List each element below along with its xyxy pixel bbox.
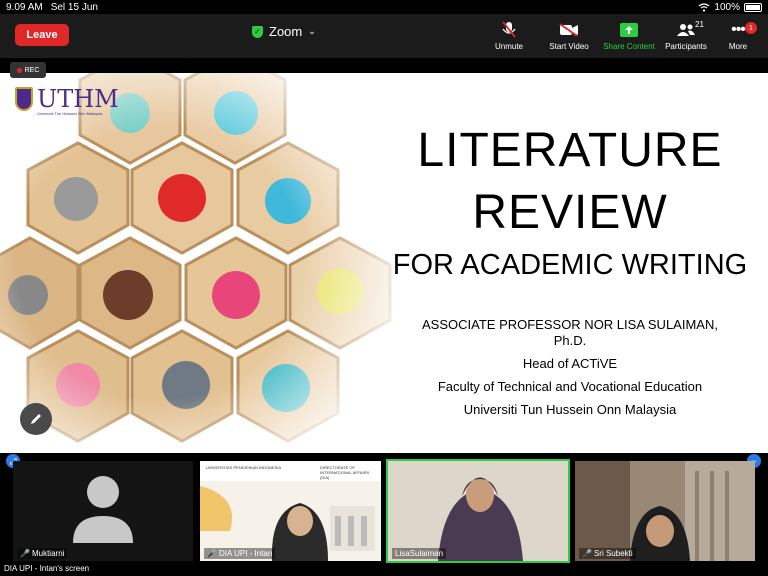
participant-name: Muktiarni	[31, 549, 65, 558]
participant-name-tag: 🎤 Sri Subekti	[579, 548, 636, 559]
status-bar: 9.09 AM Sel 15 Jun 100%	[0, 0, 768, 14]
wifi-icon	[699, 2, 710, 12]
participant-tile[interactable]: UNIVERSITAS PENDIDIKAN INDONESIA DIRECTO…	[200, 461, 381, 561]
participant-name: LisaSulaiman	[395, 549, 444, 558]
participant-name-tag: 🎤 DIA UPI - Intan	[204, 548, 276, 559]
recording-label: REC	[24, 66, 40, 74]
logo-text: UTHM	[37, 85, 119, 113]
screen-share-owner-label: DIA UPI - Intan's screen	[0, 563, 94, 574]
uthm-crest-icon	[15, 87, 33, 111]
more-button[interactable]: ••• 1 More	[703, 20, 768, 51]
battery-icon	[744, 2, 762, 12]
avatar-placeholder-icon	[73, 476, 133, 543]
presenter-role: Head of ACTiVE	[522, 356, 618, 371]
unmute-label: Unmute	[494, 42, 523, 51]
participants-label: Participants	[665, 42, 707, 51]
participant-tile[interactable]: 🎤 Muktiarni	[13, 461, 193, 561]
participant-name: DIA UPI - Intan	[218, 549, 273, 558]
participant-video	[200, 486, 375, 561]
mic-muted-icon: 🎤	[207, 549, 217, 558]
participant-video	[388, 461, 568, 561]
video-off-icon	[559, 23, 578, 37]
status-date: Sel 15 Jun	[50, 1, 98, 13]
start-video-label: Start Video	[549, 42, 589, 51]
meeting-title-label: Zoom	[269, 24, 303, 39]
uthm-logo: UTHM Universiti Tun Hussein Onn Malaysia	[15, 85, 119, 116]
battery-percent: 100%	[714, 1, 740, 13]
slide-title-line2: REVIEW	[472, 186, 668, 239]
more-label: More	[728, 42, 748, 51]
logo-subtitle: Universiti Tun Hussein Onn Malaysia	[37, 111, 103, 116]
pencil-tips-image	[0, 73, 400, 453]
annotate-button[interactable]	[20, 403, 52, 435]
participant-video	[575, 461, 755, 561]
presenter-faculty: Faculty of Technical and Vocational Educ…	[437, 379, 703, 394]
mic-off-icon	[502, 21, 516, 38]
meeting-title[interactable]: ✓ Zoom ⌄	[252, 24, 316, 39]
recording-indicator: REC	[10, 62, 46, 78]
participant-name: Sri Subekti	[593, 549, 633, 558]
leave-button[interactable]: Leave	[15, 24, 69, 46]
recording-dot-icon	[16, 67, 22, 73]
presenter-university: Universiti Tun Hussein Onn Malaysia	[463, 402, 677, 417]
share-content-label: Share Content	[603, 42, 655, 51]
participant-name-tag: 🎤 Muktiarni	[17, 548, 68, 559]
pencil-icon	[31, 414, 41, 424]
status-time: 9.09 AM	[6, 1, 43, 13]
participant-tile-active-speaker[interactable]: LisaSulaiman	[386, 459, 570, 563]
chevron-down-icon: ⌄	[308, 26, 316, 36]
slide-subtitle: FOR ACADEMIC WRITING	[392, 249, 748, 281]
slide-title-line1: LITERATURE	[417, 124, 723, 177]
more-dots-icon: •••	[731, 21, 746, 38]
shield-icon: ✓	[252, 25, 263, 38]
mic-muted-icon: 🎤	[20, 549, 30, 558]
presenter-info: ASSOCIATE PROFESSOR NOR LISA SULAIMAN, P…	[405, 315, 735, 420]
participant-tile[interactable]: 🎤 Sri Subekti	[575, 461, 755, 561]
shared-screen-slide: UTHM Universiti Tun Hussein Onn Malaysia…	[0, 73, 768, 453]
mic-muted-icon: 🎤	[582, 549, 592, 558]
more-badge: 1	[745, 22, 757, 34]
share-screen-icon	[620, 23, 638, 37]
participants-icon	[677, 24, 695, 36]
participant-name-tag: LisaSulaiman	[392, 548, 447, 559]
meeting-toolbar: Leave ✓ Zoom ⌄ Unmute Start Video Share …	[0, 14, 768, 58]
